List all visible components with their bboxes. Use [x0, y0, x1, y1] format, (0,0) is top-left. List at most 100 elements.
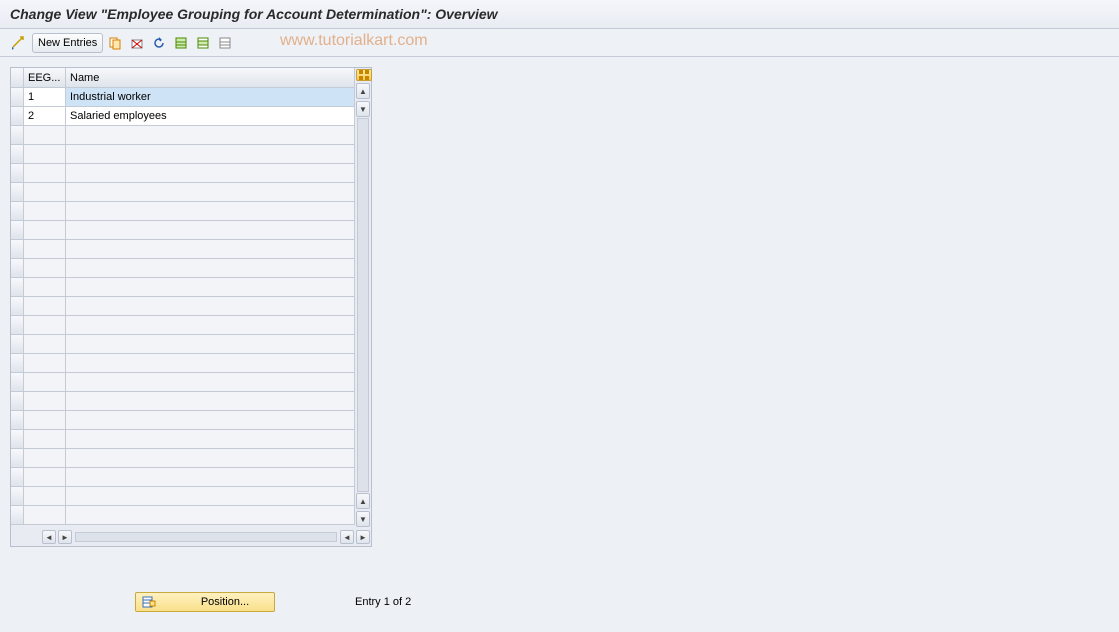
cell-name[interactable] [66, 430, 355, 449]
column-header-eeg[interactable]: EEG... [24, 68, 66, 88]
row-selector[interactable] [11, 297, 24, 316]
cell-eeg[interactable] [24, 221, 66, 240]
cell-eeg[interactable] [24, 164, 66, 183]
horizontal-scroll-track[interactable] [75, 532, 337, 542]
scroll-right-small-icon[interactable]: ► [58, 530, 72, 544]
cell-eeg[interactable] [24, 183, 66, 202]
table-row [11, 354, 355, 373]
cell-eeg[interactable] [24, 354, 66, 373]
vertical-scroll-track[interactable] [357, 118, 369, 492]
cell-eeg[interactable] [24, 449, 66, 468]
cell-eeg[interactable] [24, 468, 66, 487]
row-selector[interactable] [11, 316, 24, 335]
cell-eeg[interactable] [24, 411, 66, 430]
row-selector[interactable] [11, 430, 24, 449]
row-selector[interactable] [11, 107, 24, 126]
cell-name[interactable] [66, 468, 355, 487]
row-selector[interactable] [11, 183, 24, 202]
scroll-left-small-icon[interactable]: ◄ [340, 530, 354, 544]
row-selector[interactable] [11, 126, 24, 145]
cell-name[interactable] [66, 392, 355, 411]
row-selector[interactable] [11, 354, 24, 373]
cell-name[interactable] [66, 164, 355, 183]
cell-eeg[interactable] [24, 259, 66, 278]
row-selector[interactable] [11, 392, 24, 411]
undo-icon[interactable] [149, 33, 169, 53]
cell-name[interactable]: Industrial worker [66, 88, 355, 107]
watermark-text: www.tutorialkart.com [280, 32, 428, 50]
cell-name[interactable] [66, 335, 355, 354]
select-all-icon[interactable] [171, 33, 191, 53]
table-settings-icon[interactable] [356, 69, 372, 81]
cell-name[interactable] [66, 487, 355, 506]
row-selector-header[interactable] [11, 68, 24, 88]
row-selector[interactable] [11, 278, 24, 297]
scroll-right-icon[interactable]: ► [356, 530, 370, 544]
cell-eeg[interactable] [24, 335, 66, 354]
row-selector[interactable] [11, 506, 24, 525]
scroll-down-icon[interactable]: ▼ [356, 511, 370, 527]
row-selector[interactable] [11, 468, 24, 487]
cell-eeg[interactable] [24, 373, 66, 392]
cell-eeg[interactable] [24, 240, 66, 259]
cell-name[interactable] [66, 183, 355, 202]
table-row [11, 126, 355, 145]
scroll-left-icon[interactable]: ◄ [42, 530, 56, 544]
row-selector[interactable] [11, 373, 24, 392]
cell-name[interactable] [66, 297, 355, 316]
cell-name[interactable] [66, 202, 355, 221]
row-selector[interactable] [11, 202, 24, 221]
cell-eeg[interactable] [24, 506, 66, 525]
cell-eeg[interactable] [24, 202, 66, 221]
position-button[interactable]: Position... [135, 592, 275, 612]
copy-as-icon[interactable] [105, 33, 125, 53]
column-header-name[interactable]: Name [66, 68, 355, 88]
cell-name[interactable] [66, 411, 355, 430]
cell-name[interactable] [66, 506, 355, 525]
cell-name[interactable] [66, 449, 355, 468]
row-selector[interactable] [11, 449, 24, 468]
grid-body: 1Industrial worker2Salaried employees [11, 88, 355, 528]
cell-eeg[interactable] [24, 297, 66, 316]
cell-eeg[interactable]: 2 [24, 107, 66, 126]
cell-name[interactable] [66, 259, 355, 278]
cell-eeg[interactable] [24, 278, 66, 297]
cell-eeg[interactable] [24, 487, 66, 506]
row-selector[interactable] [11, 145, 24, 164]
select-block-icon[interactable] [193, 33, 213, 53]
delete-icon[interactable] [127, 33, 147, 53]
deselect-all-icon[interactable] [215, 33, 235, 53]
row-selector[interactable] [11, 411, 24, 430]
row-selector[interactable] [11, 335, 24, 354]
new-entries-button[interactable]: New Entries [32, 33, 103, 53]
table-row [11, 373, 355, 392]
cell-eeg[interactable] [24, 430, 66, 449]
cell-name[interactable] [66, 278, 355, 297]
row-selector[interactable] [11, 487, 24, 506]
scroll-down-small-icon[interactable]: ▼ [356, 101, 370, 117]
cell-name[interactable]: Salaried employees [66, 107, 355, 126]
scroll-up-icon[interactable]: ▲ [356, 83, 370, 99]
cell-name[interactable] [66, 316, 355, 335]
row-selector[interactable] [11, 164, 24, 183]
cell-name[interactable] [66, 373, 355, 392]
cell-eeg[interactable] [24, 316, 66, 335]
cell-name[interactable] [66, 221, 355, 240]
cell-name[interactable] [66, 354, 355, 373]
footer: Position... Entry 1 of 2 [135, 592, 411, 612]
cell-eeg[interactable] [24, 392, 66, 411]
row-selector[interactable] [11, 221, 24, 240]
other-view-icon[interactable] [8, 33, 30, 53]
horizontal-scrollbar: ◄ ► ◄ ► [11, 528, 371, 546]
cell-eeg[interactable]: 1 [24, 88, 66, 107]
row-selector[interactable] [11, 240, 24, 259]
row-selector[interactable] [11, 88, 24, 107]
cell-name[interactable] [66, 240, 355, 259]
cell-name[interactable] [66, 126, 355, 145]
cell-eeg[interactable] [24, 145, 66, 164]
cell-name[interactable] [66, 145, 355, 164]
scroll-up-small-icon[interactable]: ▲ [356, 493, 370, 509]
table-row [11, 430, 355, 449]
row-selector[interactable] [11, 259, 24, 278]
cell-eeg[interactable] [24, 126, 66, 145]
